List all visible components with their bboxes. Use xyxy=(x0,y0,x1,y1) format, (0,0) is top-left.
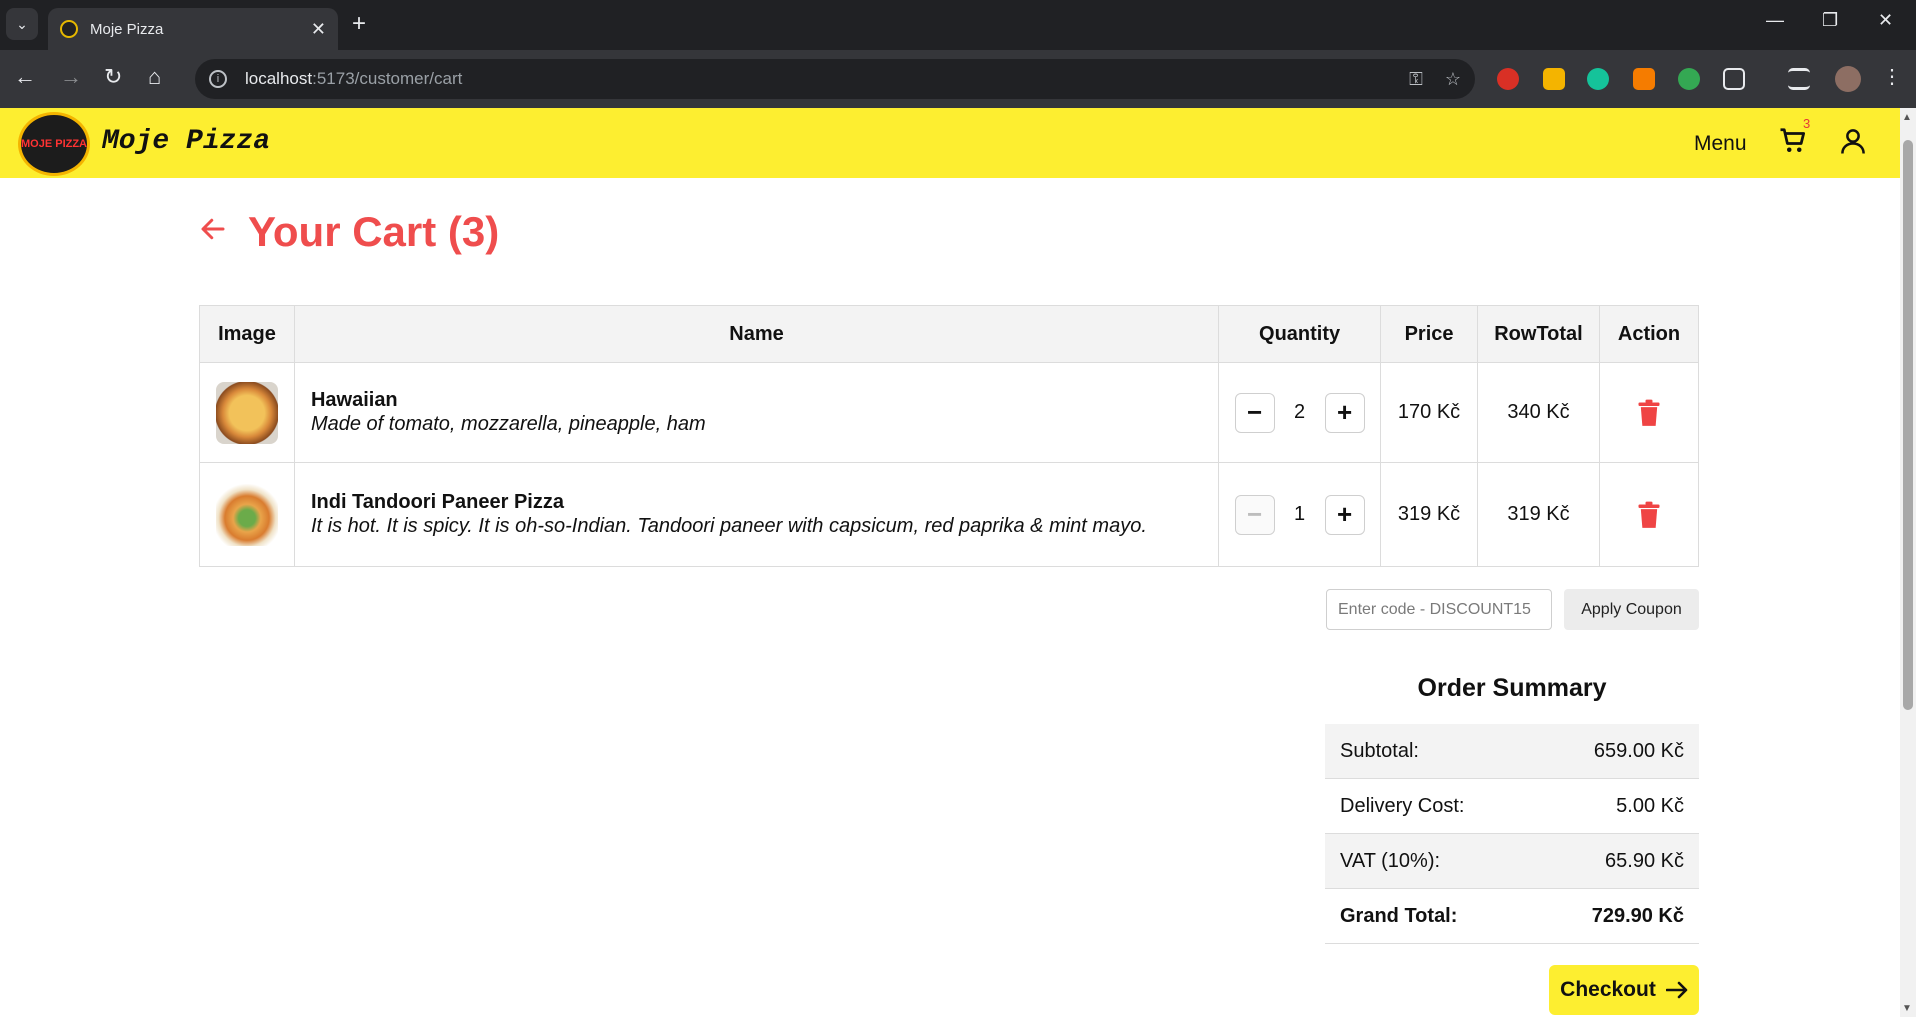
extensions-puzzle-icon[interactable] xyxy=(1723,68,1745,90)
pizza-image xyxy=(215,483,278,546)
table-row: Hawaiian Made of tomato, mozzarella, pin… xyxy=(199,362,1700,463)
summary-row-delivery: Delivery Cost: 5.00 Kč xyxy=(1325,779,1699,834)
increase-quantity-button[interactable]: + xyxy=(1324,392,1365,433)
restore-button[interactable]: ❐ xyxy=(1822,10,1838,31)
brand-logo[interactable]: MOJE PIZZA xyxy=(18,112,90,176)
header-row-total: RowTotal xyxy=(1477,305,1600,363)
summary-row-vat: VAT (10%): 65.90 Kč xyxy=(1325,834,1699,889)
cell-row-total: 319 Kč xyxy=(1477,462,1600,567)
summary-value: 65.90 Kč xyxy=(1605,849,1684,872)
scroll-up-arrow[interactable]: ▲ xyxy=(1902,112,1912,123)
menu-link[interactable]: Menu xyxy=(1694,132,1747,156)
coupon-code-input[interactable] xyxy=(1326,589,1552,630)
address-bar[interactable]: i localhost:5173/customer/cart ⚿ ☆ xyxy=(195,59,1475,99)
summary-label: Grand Total: xyxy=(1340,904,1458,927)
item-description: Made of tomato, mozzarella, pineapple, h… xyxy=(310,413,706,435)
scroll-down-arrow[interactable]: ▼ xyxy=(1902,1003,1912,1014)
favicon-icon xyxy=(60,20,78,38)
decrease-quantity-button[interactable]: − xyxy=(1234,392,1275,433)
cell-quantity: − 2 + xyxy=(1218,362,1382,463)
media-control-icon[interactable] xyxy=(1788,68,1810,90)
url-host: localhost xyxy=(245,69,313,88)
cell-price: 319 Kč xyxy=(1380,462,1479,567)
reload-icon[interactable]: ↻ xyxy=(104,64,122,90)
cell-image xyxy=(199,462,295,567)
site-info-icon[interactable]: i xyxy=(209,70,227,88)
summary-label: Delivery Cost: xyxy=(1340,794,1465,817)
increase-quantity-button[interactable]: + xyxy=(1324,494,1365,535)
cell-image xyxy=(199,362,295,463)
delete-trash-icon[interactable] xyxy=(1637,399,1661,427)
user-account-icon[interactable] xyxy=(1838,126,1868,156)
url-text[interactable]: localhost:5173/customer/cart xyxy=(245,69,1387,89)
browser-tab[interactable]: Moje Pizza ✕ xyxy=(48,8,338,50)
logo-text: MOJE PIZZA xyxy=(21,137,88,150)
order-summary: Subtotal: 659.00 Kč Delivery Cost: 5.00 … xyxy=(1325,724,1699,944)
summary-value: 729.90 Kč xyxy=(1591,904,1684,927)
back-arrow-icon[interactable] xyxy=(198,214,228,244)
table-header-row: Image Name Quantity Price RowTotal Actio… xyxy=(199,305,1700,363)
cell-name: Hawaiian Made of tomato, mozzarella, pin… xyxy=(293,362,1220,463)
browser-tab-bar: ⌄ Moje Pizza ✕ + — ❐ ✕ xyxy=(0,0,1916,50)
cart-table: Image Name Quantity Price RowTotal Actio… xyxy=(199,305,1700,567)
header-action: Action xyxy=(1598,305,1700,363)
tab-title: Moje Pizza xyxy=(90,20,164,38)
summary-value: 5.00 Kč xyxy=(1616,794,1684,817)
password-key-icon[interactable]: ⚿ xyxy=(1409,69,1423,90)
decrease-quantity-button[interactable]: − xyxy=(1234,494,1275,535)
new-tab-button[interactable]: + xyxy=(352,10,366,38)
extension-media-icon[interactable] xyxy=(1633,68,1655,90)
checkout-button[interactable]: Checkout xyxy=(1549,965,1699,1015)
cell-name: Indi Tandoori Paneer Pizza It is hot. It… xyxy=(293,462,1220,567)
site-header: MOJE PIZZA Moje Pizza Menu 3 xyxy=(0,108,1900,178)
forward-icon[interactable]: → xyxy=(60,64,82,90)
pizza-image xyxy=(215,381,278,444)
summary-value: 659.00 Kč xyxy=(1593,739,1684,762)
cell-action xyxy=(1598,462,1700,567)
item-name: Hawaiian xyxy=(310,389,398,411)
cart-count-badge: 3 xyxy=(1803,116,1811,131)
arrow-right-icon xyxy=(1665,981,1688,999)
header-quantity: Quantity xyxy=(1218,305,1382,363)
extension-adblock-icon[interactable] xyxy=(1497,68,1519,90)
browser-toolbar: ← → ↻ ⌂ i localhost:5173/customer/cart ⚿… xyxy=(0,50,1916,108)
back-icon[interactable]: ← xyxy=(14,64,36,90)
profile-avatar[interactable] xyxy=(1835,66,1861,92)
close-window-button[interactable]: ✕ xyxy=(1878,10,1893,31)
browser-menu-icon[interactable]: ⋮ xyxy=(1882,64,1904,88)
header-image: Image xyxy=(199,305,295,363)
extension-notes-icon[interactable] xyxy=(1543,68,1565,90)
extension-circle-icon[interactable] xyxy=(1678,68,1700,90)
table-row: Indi Tandoori Paneer Pizza It is hot. It… xyxy=(199,462,1700,567)
home-icon[interactable]: ⌂ xyxy=(148,64,161,90)
summary-label: Subtotal: xyxy=(1340,739,1419,762)
item-name: Indi Tandoori Paneer Pizza xyxy=(310,491,564,513)
page-title: Your Cart (3) xyxy=(248,208,500,255)
summary-row-subtotal: Subtotal: 659.00 Kč xyxy=(1325,724,1699,779)
minimize-button[interactable]: — xyxy=(1766,10,1784,31)
apply-coupon-button[interactable]: Apply Coupon xyxy=(1564,589,1699,630)
close-tab-icon[interactable]: ✕ xyxy=(311,19,326,40)
order-summary-title: Order Summary xyxy=(1417,674,1607,702)
cell-row-total: 340 Kč xyxy=(1477,362,1600,463)
extension-grammarly-icon[interactable] xyxy=(1587,68,1609,90)
bookmark-star-icon[interactable]: ☆ xyxy=(1445,69,1461,90)
item-description: It is hot. It is spicy. It is oh-so-Indi… xyxy=(310,515,1147,537)
cell-action xyxy=(1598,362,1700,463)
cell-price: 170 Kč xyxy=(1380,362,1479,463)
header-name: Name xyxy=(293,305,1220,363)
tab-search-button[interactable]: ⌄ xyxy=(6,8,38,40)
quantity-value: 2 xyxy=(1294,401,1306,423)
delete-trash-icon[interactable] xyxy=(1637,501,1661,529)
url-path: :5173/customer/cart xyxy=(312,69,463,88)
brand-name[interactable]: Moje Pizza xyxy=(102,126,270,157)
summary-row-grand-total: Grand Total: 729.90 Kč xyxy=(1325,889,1699,944)
quantity-value: 1 xyxy=(1294,503,1306,525)
summary-label: VAT (10%): xyxy=(1340,849,1441,872)
header-price: Price xyxy=(1380,305,1479,363)
cell-quantity: − 1 + xyxy=(1218,462,1382,567)
checkout-label: Checkout xyxy=(1560,978,1656,1001)
scrollbar-thumb[interactable] xyxy=(1903,140,1913,710)
